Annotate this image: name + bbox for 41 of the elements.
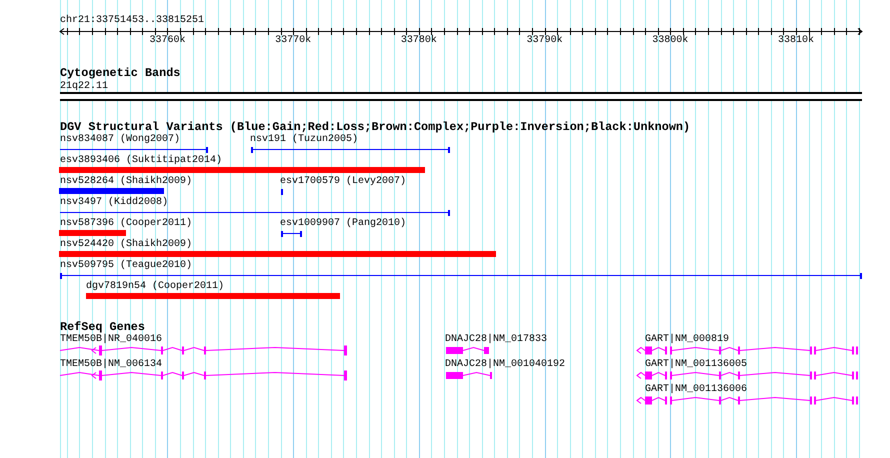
variant-label: nsv509795 (Teague2010) <box>60 261 192 271</box>
gene-label: GART|NM_001136006 <box>645 385 748 395</box>
variant-line[interactable] <box>60 210 450 216</box>
variant-label: nsv3497 (Kidd2008) <box>60 198 168 208</box>
variant-label: dgv7819n54 (Cooper2011) <box>86 282 224 292</box>
position-label: chr21:33751453..33815251 <box>60 16 204 26</box>
gene-model[interactable] <box>60 370 347 380</box>
tick-label: 33770k <box>275 36 312 46</box>
variant-label: nsv834087 (Wong2007) <box>60 135 180 145</box>
variant-line[interactable] <box>250 147 450 153</box>
band-label: 21q22.11 <box>60 82 108 92</box>
tick-label: 33780k <box>400 36 437 46</box>
track-title: DGV Structural Variants (Blue:Gain;Red:Loss;Brown:Complex;Purple:Inversion;Black:Unknown) <box>60 122 690 134</box>
gene-label: GART|NM_001136005 <box>645 360 748 370</box>
variant-label: nsv587396 (Cooper2011) <box>60 219 192 229</box>
variant-label: nsv524420 (Shaikh2009) <box>60 240 192 250</box>
gene-label: GART|NM_000819 <box>645 335 730 345</box>
tick-label: 33800k <box>652 36 688 46</box>
gene-label: TMEM50B|NM_006134 <box>60 360 162 370</box>
gene-model[interactable] <box>636 372 858 380</box>
gene-model[interactable] <box>636 396 858 404</box>
gene-label: DNAJC28|NM_001040192 <box>445 360 566 370</box>
track-title: RefSeq Genes <box>60 322 145 334</box>
tick-label: 33790k <box>526 36 563 46</box>
tick-label: 33760k <box>149 36 186 46</box>
gene-model[interactable] <box>446 346 489 354</box>
gene-model[interactable] <box>636 346 858 354</box>
variant-line[interactable] <box>280 231 302 237</box>
gene-model[interactable] <box>446 372 492 379</box>
variant-line[interactable] <box>60 273 862 279</box>
gene-label: TMEM50B|NR_040016 <box>60 335 162 345</box>
gene-model[interactable] <box>60 346 347 356</box>
variant-label: esv1009907 (Pang2010) <box>280 219 406 229</box>
track-title: Cytogenetic Bands <box>60 68 180 80</box>
variant-label: nsv528264 (Shaikh2009) <box>60 177 192 187</box>
variant-label: esv1700579 (Levy2007) <box>280 177 406 187</box>
tick-label: 33810k <box>778 36 814 46</box>
variant-label: nsv191 (Tuzun2005) <box>250 135 358 145</box>
gene-label: DNAJC28|NM_017833 <box>445 335 548 345</box>
variant-line[interactable] <box>60 147 208 153</box>
variant-label: esv3893406 (Suktitipat2014) <box>60 156 222 166</box>
